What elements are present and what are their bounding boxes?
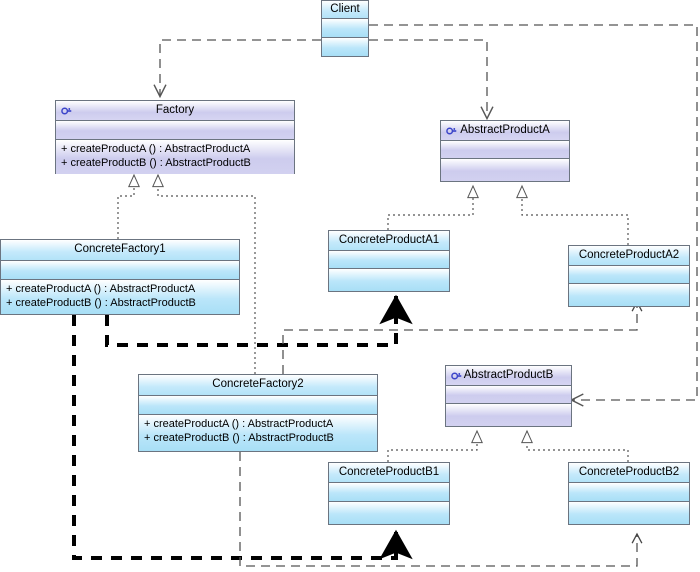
operation-row: + createProductB () : AbstractProductB [144, 432, 334, 444]
edge-concreteproductb1-realizes-abstractproductb [387, 429, 483, 462]
class-box-concreteproductb1[interactable]: ConcreteProductB1 [328, 462, 450, 525]
class-title-concreteproductb2: ConcreteProductB2 [569, 463, 689, 483]
edge-client-to-abstractproductb [369, 24, 698, 400]
class-title-concretefactory2: ConcreteFactory2 [139, 375, 377, 396]
edge-concretefactory2-creates-concreteproducta2 [282, 300, 643, 374]
class-attributes-concretefactory2 [139, 396, 377, 415]
class-box-concreteproducta1[interactable]: ConcreteProductA1 [328, 230, 450, 292]
class-operations-abstractproductb [446, 404, 571, 426]
edge-client-to-abstractproducta [369, 39, 487, 118]
class-attributes-concreteproductb1 [329, 483, 449, 502]
operation-row: + createProductA () : AbstractProductA [6, 283, 196, 295]
class-name-concreteproducta2: ConcreteProductA2 [578, 248, 680, 261]
class-title-concreteproducta1: ConcreteProductA1 [329, 231, 449, 251]
class-name-concretefactory2: ConcreteFactory2 [212, 378, 304, 391]
class-attributes-concreteproductb2 [569, 483, 689, 502]
class-name-concretefactory1: ConcreteFactory1 [74, 243, 166, 256]
edge-concreteproducta1-realizes-abstractproducta [387, 184, 479, 230]
class-box-abstractproducta[interactable]: AbstractProductA [440, 120, 570, 182]
class-attributes-concreteproducta2 [569, 266, 689, 284]
class-operations-concretefactory1: + createProductA () : AbstractProductA +… [1, 280, 239, 314]
class-name-concreteproductb2: ConcreteProductB2 [578, 465, 680, 478]
class-name-concreteproducta1: ConcreteProductA1 [338, 233, 440, 246]
edge-concreteproducta2-realizes-abstractproducta [516, 184, 629, 245]
operation-row: + createProductA () : AbstractProductA [144, 418, 334, 430]
class-title-abstractproductb: AbstractProductB [446, 366, 571, 386]
class-attributes-factory [56, 121, 294, 140]
class-operations-concreteproducta1 [329, 269, 449, 291]
class-attributes-concretefactory1 [1, 261, 239, 280]
class-title-abstractproducta: AbstractProductA [441, 121, 569, 141]
operation-row: + createProductA () : AbstractProductA [61, 143, 251, 155]
class-box-concreteproductb2[interactable]: ConcreteProductB2 [568, 462, 690, 525]
class-operations-concretefactory2: + createProductA () : AbstractProductA +… [139, 415, 377, 451]
class-name-abstractproductb: AbstractProductB [463, 368, 554, 381]
interface-icon [61, 107, 72, 114]
class-box-factory[interactable]: Factory + createProductA () : AbstractPr… [55, 100, 295, 174]
class-title-factory: Factory [56, 101, 294, 121]
class-name-factory: Factory [155, 103, 195, 116]
class-box-abstractproductb[interactable]: AbstractProductB [445, 365, 572, 427]
edge-concreteproductb2-realizes-abstractproductb [521, 429, 629, 462]
class-title-concretefactory1: ConcreteFactory1 [1, 240, 239, 261]
edge-concretefactory1-realizes-factory [117, 173, 140, 239]
class-attributes-client [322, 19, 368, 38]
class-operations-abstractproducta [441, 159, 569, 181]
class-operations-concreteproductb1 [329, 502, 449, 524]
class-name-abstractproducta: AbstractProductA [460, 123, 550, 136]
class-title-client: Client [322, 1, 368, 19]
class-operations-concreteproductb2 [569, 502, 689, 524]
class-attributes-abstractproducta [441, 141, 569, 159]
class-box-concretefactory2[interactable]: ConcreteFactory2 + createProductA () : A… [138, 374, 378, 452]
uml-class-diagram: ConcreteProductA2 --> ConcreteProductB2 … [0, 0, 700, 572]
class-attributes-concreteproducta1 [329, 251, 449, 269]
class-box-concretefactory1[interactable]: ConcreteFactory1 + createProductA () : A… [0, 239, 240, 315]
class-operations-concreteproducta2 [569, 284, 689, 306]
class-title-concreteproductb1: ConcreteProductB1 [329, 463, 449, 483]
class-operations-client [322, 38, 368, 56]
class-attributes-abstractproductb [446, 386, 571, 404]
interface-icon [446, 127, 457, 134]
class-name-client: Client [330, 2, 360, 15]
interface-icon [451, 372, 462, 379]
class-name-concreteproductb1: ConcreteProductB1 [338, 465, 440, 478]
class-box-concreteproducta2[interactable]: ConcreteProductA2 [568, 245, 690, 307]
class-title-concreteproducta2: ConcreteProductA2 [569, 246, 689, 266]
class-box-client[interactable]: Client [321, 0, 369, 57]
edge-client-to-factory [160, 39, 321, 96]
operation-row: + createProductB () : AbstractProductB [6, 297, 196, 309]
operation-row: + createProductB () : AbstractProductB [61, 157, 251, 169]
class-operations-factory: + createProductA () : AbstractProductA +… [56, 140, 294, 174]
